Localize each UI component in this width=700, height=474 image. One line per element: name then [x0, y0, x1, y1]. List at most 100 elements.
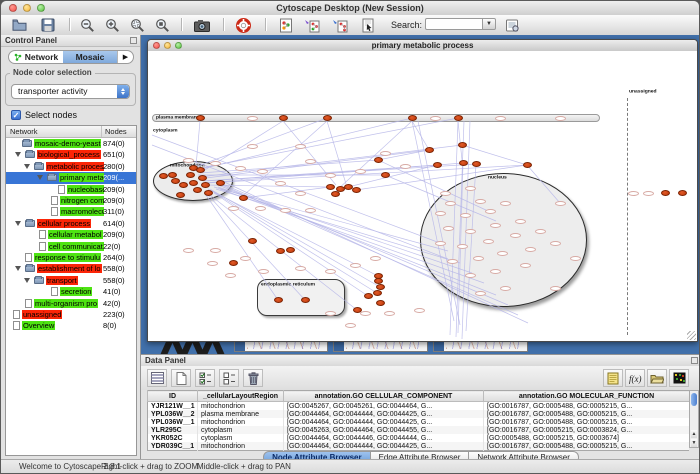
network-node-unhighlighted[interactable]: [435, 211, 446, 216]
save-session-button[interactable]: [39, 17, 56, 33]
delete-attribute-button[interactable]: [243, 369, 263, 387]
tree-row[interactable]: macromolecule311(0): [6, 206, 136, 217]
table-row[interactable]: YKR052Ccytoplasm[GO:0044464, GO:0044446,…: [148, 434, 690, 442]
network-node[interactable]: [179, 182, 188, 188]
network-node-unhighlighted[interactable]: [460, 213, 471, 218]
network-node[interactable]: [425, 147, 434, 153]
table-cell[interactable]: [GO:0045263, GO:0044464, GO:0044455, G..…: [284, 426, 484, 434]
network-node-unhighlighted[interactable]: [325, 269, 336, 274]
network-node-unhighlighted[interactable]: [435, 241, 446, 246]
select-all-attributes-button[interactable]: [195, 369, 215, 387]
tree-row[interactable]: primary metabo209(...: [6, 172, 136, 183]
window-resize-grip[interactable]: [687, 331, 696, 340]
network-node-unhighlighted[interactable]: [280, 208, 291, 213]
table-row[interactable]: YLR295Ccytoplasm[GO:0045263, GO:0044464,…: [148, 426, 690, 434]
table-cell[interactable]: [GO:0016787, GO:0005488, GO:0005215, G..…: [484, 410, 690, 418]
tab-overflow-button[interactable]: ▶: [117, 51, 133, 63]
tree-row[interactable]: Overview8(0): [6, 320, 136, 331]
table-cell[interactable]: [GO:0016787, GO:0005488, GO:0005215, G..…: [484, 442, 690, 451]
network-node-unhighlighted[interactable]: [525, 247, 536, 252]
table-cell[interactable]: [GO:0016787, GO:0005488, GO:0005215, G..…: [484, 402, 690, 411]
network-node-unhighlighted[interactable]: [295, 191, 306, 196]
import-table-button[interactable]: [331, 17, 348, 33]
network-edge[interactable]: [152, 145, 448, 259]
network-edge[interactable]: [206, 165, 527, 183]
annotation-button[interactable]: [359, 17, 376, 33]
network-node-unhighlighted[interactable]: [355, 169, 366, 174]
tree-row[interactable]: nitrogen compo209(0): [6, 195, 136, 206]
network-node-unhighlighted[interactable]: [183, 248, 194, 253]
network-node[interactable]: [176, 192, 185, 198]
zoom-in-button[interactable]: [104, 17, 121, 33]
network-node-unhighlighted[interactable]: [465, 273, 476, 278]
network-node-unhighlighted[interactable]: [210, 161, 221, 166]
network-node[interactable]: [408, 115, 417, 121]
network-node-unhighlighted[interactable]: [255, 206, 266, 211]
network-node[interactable]: [248, 238, 257, 244]
network-node-unhighlighted[interactable]: [473, 256, 484, 261]
network-node[interactable]: [186, 172, 195, 178]
table-cell[interactable]: YJR121W__1: [148, 402, 198, 411]
table-cell[interactable]: plasma membrane: [198, 410, 284, 418]
select-nodes-checkbox[interactable]: ✓: [11, 110, 21, 120]
network-node-unhighlighted[interactable]: [485, 209, 496, 214]
network-edge[interactable]: [456, 121, 464, 337]
table-cell[interactable]: mitochondrion: [198, 442, 284, 451]
network-node-unhighlighted[interactable]: [465, 229, 476, 234]
network-node-unhighlighted[interactable]: [457, 244, 468, 249]
network-node-unhighlighted[interactable]: [445, 201, 456, 206]
tree-row[interactable]: establishment of lo558(0): [6, 263, 136, 274]
open-session-button[interactable]: [11, 17, 28, 33]
network-node-unhighlighted[interactable]: [483, 239, 494, 244]
snapshot-button[interactable]: [193, 17, 210, 33]
network-node-unhighlighted[interactable]: [257, 169, 268, 174]
network-node-unhighlighted[interactable]: [520, 263, 531, 268]
tree-row[interactable]: mosaic-demo-yeast874(0): [6, 138, 136, 149]
network-node-unhighlighted[interactable]: [325, 173, 336, 178]
table-row[interactable]: YDR039C__1mitochondrion[GO:0044464, GO:0…: [148, 442, 690, 451]
network-node-unhighlighted[interactable]: [475, 291, 486, 296]
table-column-header[interactable]: annotation.GO MOLECULAR_FUNCTION: [484, 391, 690, 402]
network-node-unhighlighted[interactable]: [240, 256, 251, 261]
expand-triangle-icon[interactable]: [15, 266, 21, 271]
network-node-unhighlighted[interactable]: [628, 191, 639, 196]
network-edge[interactable]: [243, 187, 330, 198]
network-node-unhighlighted[interactable]: [440, 191, 451, 196]
network-node-unhighlighted[interactable]: [400, 164, 411, 169]
network-node[interactable]: [326, 184, 335, 190]
table-cell[interactable]: YPL036W__2: [148, 410, 198, 418]
table-cell[interactable]: cytoplasm: [198, 426, 284, 434]
import-attributes-button[interactable]: [647, 369, 667, 387]
network-node[interactable]: [239, 195, 248, 201]
network-edge[interactable]: [458, 121, 462, 160]
import-network-button[interactable]: [303, 17, 320, 33]
network-node-unhighlighted[interactable]: [570, 256, 581, 261]
network-node-unhighlighted[interactable]: [275, 181, 286, 186]
network-node-unhighlighted[interactable]: [247, 116, 258, 121]
network-node-unhighlighted[interactable]: [490, 223, 501, 228]
network-node-unhighlighted[interactable]: [500, 286, 511, 291]
tree-row[interactable]: cellular process614(0): [6, 218, 136, 229]
tab-mosaic[interactable]: Mosaic: [63, 51, 117, 63]
table-scrollbar[interactable]: ▲ ▼: [689, 390, 699, 448]
table-row[interactable]: YJR121W__1mitochondrion[GO:0045267, GO:0…: [148, 402, 690, 411]
network-node[interactable]: [433, 162, 442, 168]
network-node-unhighlighted[interactable]: [225, 273, 236, 278]
expand-triangle-icon[interactable]: [15, 152, 21, 157]
table-cell[interactable]: mitochondrion: [198, 418, 284, 426]
network-edge[interactable]: [196, 121, 200, 166]
scroll-up-arrow[interactable]: ▲: [691, 430, 697, 438]
network-node[interactable]: [373, 290, 382, 296]
float-panel-icon[interactable]: [691, 357, 698, 364]
function-builder-button[interactable]: f(x): [625, 369, 645, 387]
node-color-attribute-dropdown[interactable]: transporter activity: [11, 84, 130, 99]
expand-triangle-icon[interactable]: [24, 278, 30, 283]
network-node[interactable]: [196, 115, 205, 121]
vizmapper-button[interactable]: [277, 17, 294, 33]
search-input[interactable]: [425, 18, 483, 30]
network-node-unhighlighted[interactable]: [228, 206, 239, 211]
unselect-all-attributes-button[interactable]: [219, 369, 239, 387]
table-cell[interactable]: [GO:0016787, GO:0005215, GO:0003824, G..…: [484, 426, 690, 434]
expand-triangle-icon[interactable]: [37, 175, 43, 180]
network-node[interactable]: [286, 247, 295, 253]
